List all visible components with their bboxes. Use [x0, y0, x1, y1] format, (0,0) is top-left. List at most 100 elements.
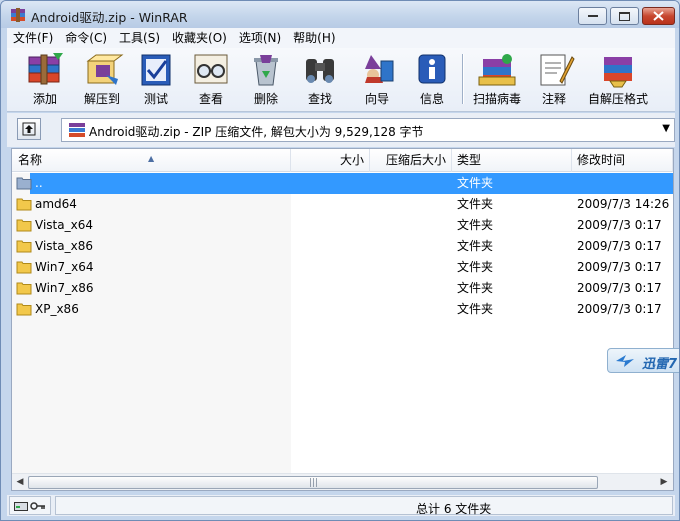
winrar-window: Android驱动.zip - WinRAR 文件(F) 命令(C) 工具(S)… [0, 0, 680, 521]
comment-label: 注释 [541, 92, 566, 106]
test-button[interactable]: 测试 [133, 51, 179, 109]
file-name: Win7_x86 [35, 281, 94, 295]
file-modified: 2009/7/3 0:17 [577, 302, 662, 316]
comment-button[interactable]: 注释 [531, 51, 577, 109]
scan-virus-icon [478, 54, 516, 86]
file-name: Vista_x64 [35, 218, 93, 232]
key-icon[interactable] [30, 501, 46, 511]
folder-icon [16, 261, 32, 274]
view-glasses-icon [194, 54, 228, 84]
status-summary-segment: 总计 6 文件夹 [55, 496, 673, 516]
folder-icon [16, 282, 32, 295]
list-item[interactable]: amd64 文件夹 2009/7/3 14:26 [12, 194, 673, 215]
winrar-app-icon[interactable] [10, 7, 26, 23]
file-modified: 2009/7/3 0:17 [577, 281, 662, 295]
window-title: Android驱动.zip - WinRAR [31, 10, 188, 25]
horizontal-scrollbar[interactable]: ◀ ||| ▶ [12, 473, 673, 490]
parent-folder-icon [16, 177, 32, 190]
maximize-button[interactable] [610, 7, 639, 25]
view-label: 查看 [198, 92, 223, 106]
maximize-icon [619, 11, 630, 21]
file-type: 文件夹 [457, 302, 494, 316]
menu-bar: 文件(F) 命令(C) 工具(S) 收藏夹(O) 选项(N) 帮助(H) [7, 28, 675, 48]
grip-icon: ||| [309, 478, 319, 488]
drive-icon[interactable] [14, 500, 28, 512]
file-modified: 2009/7/3 14:26 [577, 197, 670, 211]
file-name: Win7_x64 [35, 260, 94, 274]
extract-to-button[interactable]: 解压到 [77, 51, 127, 109]
file-modified: 2009/7/3 0:17 [577, 218, 662, 232]
status-bar: 总计 6 文件夹 [7, 495, 675, 516]
folder-icon [16, 198, 32, 211]
comment-icon [540, 54, 575, 86]
find-button[interactable]: 查找 [297, 51, 343, 109]
file-type: 文件夹 [457, 260, 494, 274]
up-arrow-icon [22, 122, 36, 136]
list-header: 名称 ▲ 大小 压缩后大小 类型 修改时间 [12, 149, 673, 172]
dropdown-arrow-icon[interactable]: ▼ [662, 123, 670, 134]
scrollbar-thumb[interactable]: ||| [28, 476, 598, 489]
file-modified: 2009/7/3 0:17 [577, 260, 662, 274]
file-type: 文件夹 [457, 281, 494, 295]
xunlei-label: 迅雷7 [642, 357, 678, 372]
info-button[interactable]: 信息 [409, 51, 455, 109]
sfx-label: 自解压格式 [587, 92, 648, 106]
folder-icon [16, 303, 32, 316]
delete-button[interactable]: 删除 [243, 51, 289, 109]
wizard-button[interactable]: 向导 [351, 51, 403, 109]
file-name: .. [35, 176, 43, 190]
scroll-right-arrow-icon[interactable]: ▶ [657, 476, 671, 489]
delete-recycle-icon [254, 55, 278, 86]
view-button[interactable]: 查看 [187, 51, 235, 109]
test-check-icon [141, 54, 171, 86]
xunlei-bird-icon [616, 355, 634, 367]
wizard-label: 向导 [364, 92, 389, 106]
column-header-packed[interactable]: 压缩后大小 [370, 149, 452, 172]
list-item[interactable]: Vista_x64 文件夹 2009/7/3 0:17 [12, 215, 673, 236]
column-header-modified[interactable]: 修改时间 [572, 149, 673, 172]
minimize-button[interactable] [578, 7, 607, 25]
toolbar-separator [462, 54, 463, 104]
info-icon [418, 54, 446, 84]
scan-virus-button[interactable]: 扫描病毒 [469, 51, 525, 109]
column-header-name[interactable]: 名称 ▲ [12, 149, 291, 172]
list-item[interactable]: XP_x86 文件夹 2009/7/3 0:17 [12, 299, 673, 320]
extract-to-icon [86, 54, 124, 85]
find-binoculars-icon [306, 59, 334, 83]
file-type: 文件夹 [457, 176, 494, 190]
path-combobox[interactable]: Android驱动.zip - ZIP 压缩文件, 解包大小为 9,529,12… [61, 118, 675, 142]
column-header-size[interactable]: 大小 [291, 149, 370, 172]
scroll-left-arrow-icon[interactable]: ◀ [13, 476, 27, 489]
delete-label: 删除 [253, 92, 278, 106]
close-button[interactable] [642, 7, 675, 25]
title-bar[interactable]: Android驱动.zip - WinRAR [1, 1, 679, 28]
list-item-parent[interactable]: .. 文件夹 [12, 173, 673, 194]
file-name: amd64 [35, 197, 77, 211]
column-modified-label: 修改时间 [577, 153, 626, 167]
column-type-label: 类型 [457, 153, 482, 167]
menu-help[interactable]: 帮助(H) [287, 28, 341, 48]
find-label: 查找 [307, 92, 332, 106]
toolbar: 添加 解压到 测试 查看 删除 查找 向导 信息 扫描病毒 注释 自解压格式 [7, 48, 675, 112]
add-button[interactable]: 添加 [19, 51, 71, 109]
folder-icon [16, 240, 32, 253]
status-icons-segment [9, 496, 51, 515]
column-header-type[interactable]: 类型 [452, 149, 572, 172]
menu-options[interactable]: 选项(N) [233, 28, 287, 48]
sort-ascending-icon: ▲ [148, 154, 155, 163]
up-folder-button[interactable] [17, 118, 41, 140]
file-modified: 2009/7/3 0:17 [577, 239, 662, 253]
sfx-button[interactable]: 自解压格式 [585, 51, 651, 109]
menu-file[interactable]: 文件(F) [7, 28, 59, 48]
xunlei-float-widget[interactable]: 迅雷7 [607, 348, 679, 373]
list-item[interactable]: Vista_x86 文件夹 2009/7/3 0:17 [12, 236, 673, 257]
menu-tools[interactable]: 工具(S) [113, 28, 166, 48]
column-packed-label: 压缩后大小 [385, 153, 446, 167]
scan-virus-label: 扫描病毒 [472, 92, 521, 106]
menu-favorites[interactable]: 收藏夹(O) [166, 28, 233, 48]
books-add-icon [28, 53, 63, 85]
list-body: .. 文件夹 amd64 文件夹 2009/7/3 14:26 Vista_x6… [12, 173, 673, 473]
menu-command[interactable]: 命令(C) [59, 28, 113, 48]
list-item[interactable]: Win7_x64 文件夹 2009/7/3 0:17 [12, 257, 673, 278]
list-item[interactable]: Win7_x86 文件夹 2009/7/3 0:17 [12, 278, 673, 299]
